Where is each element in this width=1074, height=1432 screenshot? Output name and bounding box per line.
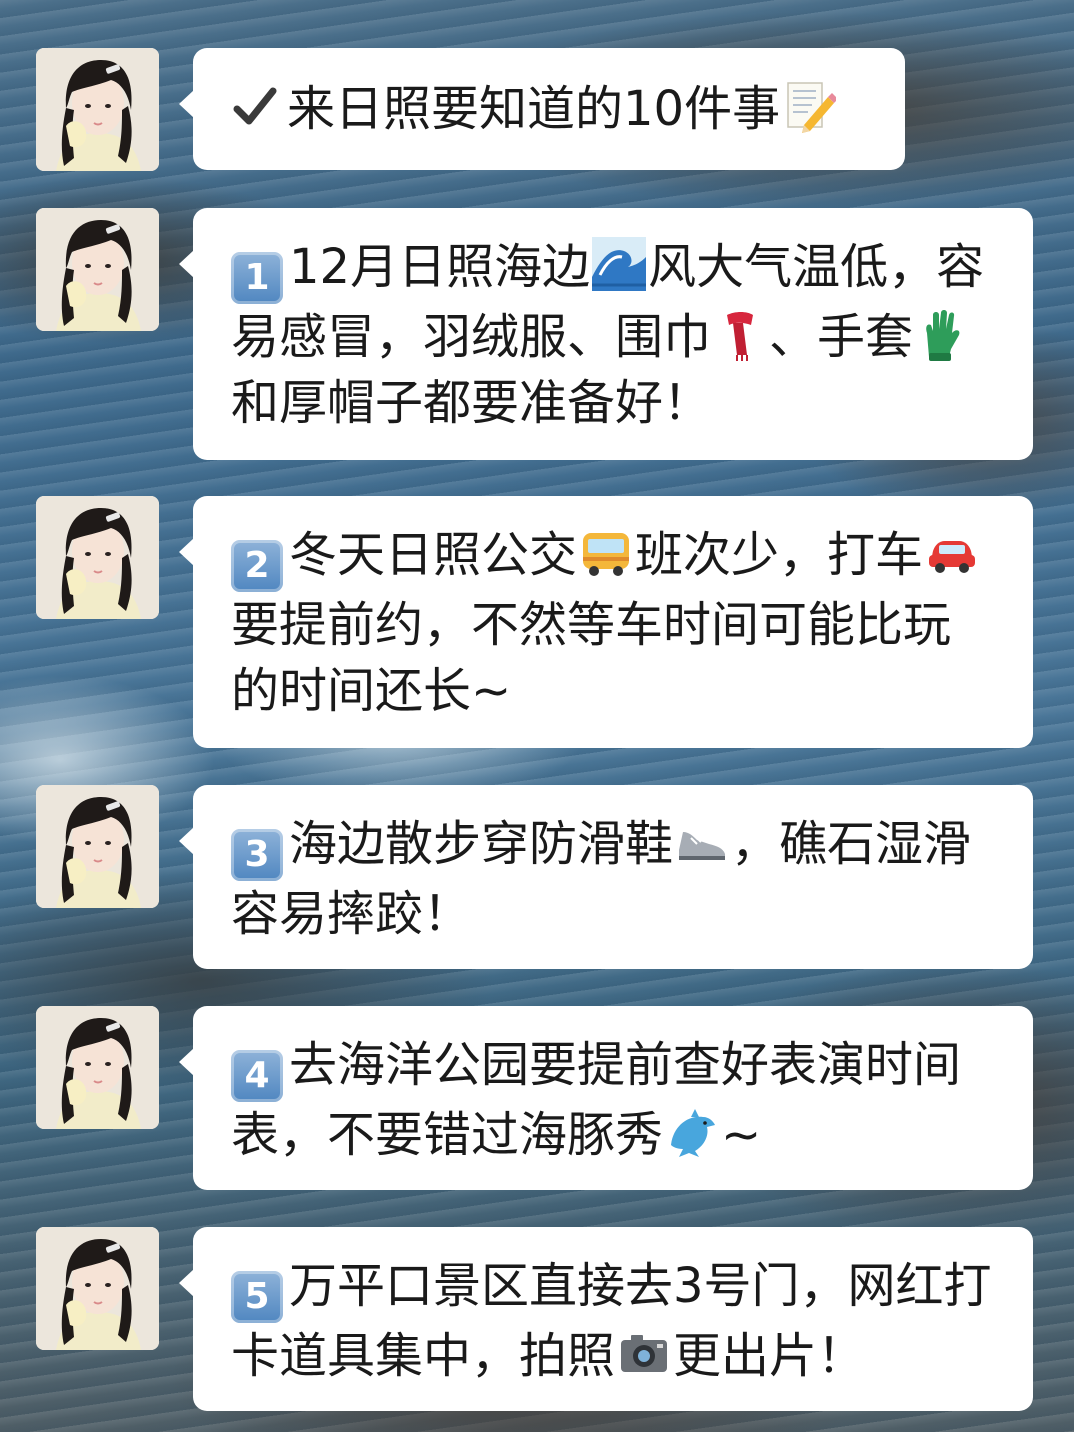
message-text: ~ [721, 1107, 762, 1163]
message-text: 海边散步穿防滑鞋 [289, 816, 674, 872]
avatar[interactable] [36, 1006, 159, 1129]
scarf-icon [727, 312, 754, 361]
number-badge: 1 [231, 252, 283, 304]
number-badge: 4 [231, 1050, 283, 1102]
message-text: 来日照要知道的10件事 [287, 81, 781, 137]
message-bubble[interactable]: 4 去海洋公园要提前查好表演时间表，不要错过海豚秀 ~ [179, 1006, 1033, 1190]
gloves-icon [926, 310, 960, 361]
bus-icon [583, 533, 630, 576]
message-text: 冬天日照公交 [289, 527, 578, 583]
avatar[interactable] [36, 208, 159, 331]
message-bubble[interactable]: 来日照要知道的10件事 [179, 48, 905, 170]
check-mark-icon [233, 87, 277, 125]
message-text: 要提前约，不然等车时间可能比玩的时间还长~ [231, 597, 952, 719]
number-badge: 5 [231, 1271, 283, 1323]
message-bubble[interactable]: 3 海边散步穿防滑鞋 ，礁石湿滑容易摔跤！ [179, 785, 1033, 969]
message-bubble[interactable]: 2 冬天日照公交 班次少，打车 要提前约，不然等车时间可能比玩的时间还长~ [179, 496, 1033, 748]
camera-icon [621, 1335, 668, 1372]
number-badge: 2 [231, 540, 283, 592]
message-text: 班次少，打车 [635, 527, 924, 583]
message-text: 12月日照海边 [289, 239, 591, 295]
memo-pencil-icon [787, 82, 837, 133]
message-text: 万平口景区直接去3号门，网红打卡道具集中，拍照 [231, 1258, 992, 1384]
number-badge: 3 [231, 829, 283, 881]
message-text: 更出片！ [673, 1328, 866, 1384]
car-icon [929, 541, 976, 573]
dolphin-icon [671, 1109, 716, 1157]
message-text: 、手套 [769, 309, 914, 365]
sneaker-icon [679, 832, 726, 860]
avatar[interactable] [36, 496, 159, 619]
message-text: 和厚帽子都要准备好！ [231, 375, 712, 431]
message-bubble[interactable]: 1 12月日照海边 风大气温低，容易感冒，羽绒服、围巾 、手套 和厚帽子都要准备好… [179, 208, 1033, 460]
message-bubble[interactable]: 5 万平口景区直接去3号门，网红打卡道具集中，拍照 更出片！ [179, 1227, 1033, 1411]
message-text: 去海洋公园要提前查好表演时间表，不要错过海豚秀 [231, 1037, 962, 1163]
avatar[interactable] [36, 785, 159, 908]
avatar[interactable] [36, 48, 159, 171]
avatar[interactable] [36, 1227, 159, 1350]
wave-icon [592, 237, 647, 291]
